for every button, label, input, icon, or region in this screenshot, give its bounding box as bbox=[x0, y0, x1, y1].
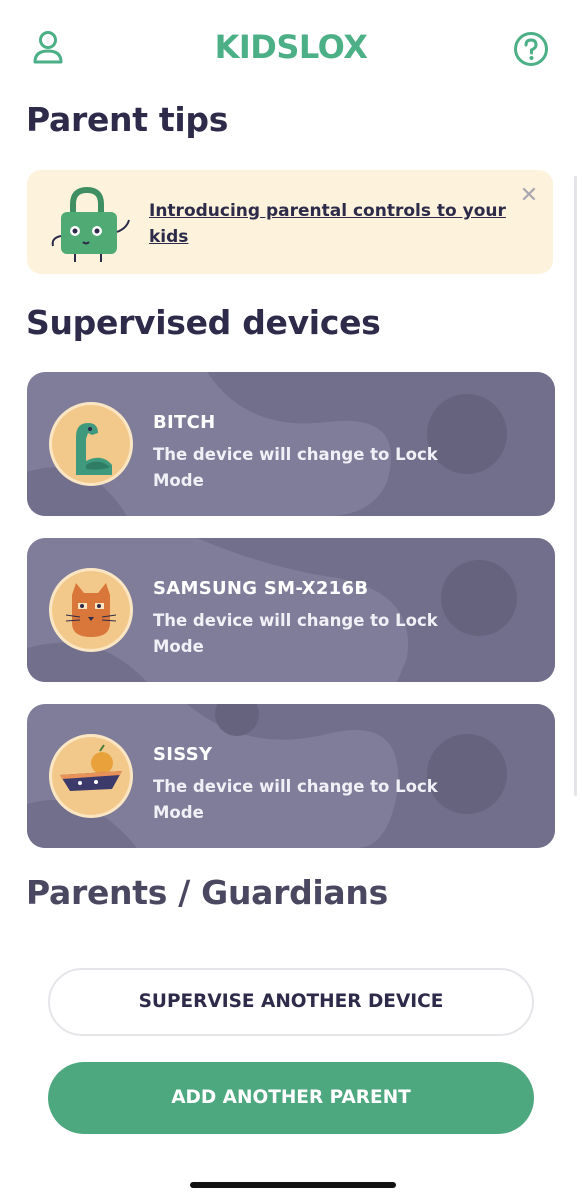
supervise-another-device-button[interactable]: SUPERVISE ANOTHER DEVICE bbox=[48, 968, 534, 1036]
device-card[interactable]: BITCH The device will change to Lock Mod… bbox=[27, 372, 555, 516]
device-status: The device will change to Lock Mode bbox=[153, 445, 438, 490]
app-logo: KIDSLOX bbox=[214, 28, 368, 66]
scrollbar[interactable] bbox=[574, 176, 577, 796]
parents-guardians-title: Parents / Guardians bbox=[26, 873, 388, 912]
dinosaur-avatar-icon bbox=[49, 402, 133, 486]
device-name: SAMSUNG SM-X216B bbox=[153, 578, 369, 599]
device-name: BITCH bbox=[153, 412, 216, 433]
supervised-devices-title: Supervised devices bbox=[26, 303, 381, 342]
parent-tip-card[interactable]: Introducing parental controls to your ki… bbox=[27, 170, 553, 274]
device-card[interactable]: SAMSUNG SM-X216B The device will change … bbox=[27, 538, 555, 682]
close-icon[interactable]: ✕ bbox=[517, 184, 541, 208]
boat-avatar-icon bbox=[49, 734, 133, 818]
device-name: SISSY bbox=[153, 744, 213, 765]
question-circle-icon[interactable] bbox=[512, 30, 550, 68]
parent-tips-title: Parent tips bbox=[26, 100, 229, 139]
app-header: KIDSLOX bbox=[0, 22, 582, 76]
cat-avatar-icon bbox=[49, 568, 133, 652]
device-card[interactable]: SISSY The device will change to Lock Mod… bbox=[27, 704, 555, 848]
device-status: The device will change to Lock Mode bbox=[153, 611, 438, 656]
device-status: The device will change to Lock Mode bbox=[153, 777, 438, 822]
tip-link[interactable]: Introducing parental controls to your ki… bbox=[149, 198, 519, 250]
padlock-mascot-icon bbox=[45, 184, 135, 264]
home-indicator[interactable] bbox=[190, 1182, 396, 1188]
add-another-parent-button[interactable]: ADD ANOTHER PARENT bbox=[48, 1062, 534, 1134]
app-screen: KIDSLOX Parent tips Introducing parental… bbox=[0, 0, 582, 1199]
